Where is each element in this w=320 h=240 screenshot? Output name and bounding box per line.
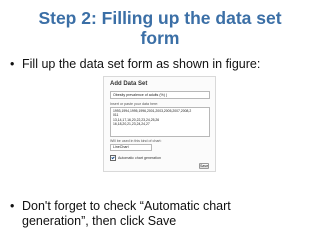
add-data-set-form-screenshot: Add Data Set Obesity prevalence of adult… xyxy=(103,76,216,172)
chart-type-input[interactable]: LineChart xyxy=(110,144,152,151)
bullet-text-2a: Don't forget to check “Automatic chart xyxy=(22,199,231,213)
bullet-icon: • xyxy=(10,199,15,213)
bullet-instruction-1: • Fill up the data set form as shown in f… xyxy=(10,57,260,72)
data-area-label: Insert or paste your data here: xyxy=(110,102,159,106)
bullet-text-2b: generation”, then click Save xyxy=(22,214,177,228)
slide-title-line-2: form xyxy=(140,28,180,48)
slide-title-line-1: Step 2: Filling up the data set xyxy=(38,8,282,28)
form-heading: Add Data Set xyxy=(110,81,148,87)
save-button[interactable]: Save xyxy=(199,163,209,169)
dataset-name-input[interactable]: Obesity prevalence of adults (%) ( xyxy=(110,91,210,99)
auto-chart-label: Automatic chart generation xyxy=(118,156,161,160)
auto-chart-row[interactable]: Automatic chart generation xyxy=(110,155,161,161)
chart-type-label: Will be used in this kind of chart: xyxy=(110,139,162,143)
data-line: 16,18,20,21,23,24,24,27 xyxy=(113,122,150,127)
bullet-icon: • xyxy=(10,57,15,71)
bullet-instruction-2: • Don't forget to check “Automatic chart … xyxy=(10,199,231,229)
slide-title: Step 2: Filling up the data set form xyxy=(0,8,320,48)
bullet-text-1: Fill up the data set form as shown in fi… xyxy=(22,57,261,71)
auto-chart-checkbox[interactable] xyxy=(110,155,116,161)
data-textarea[interactable]: 1993,1994,1995,1996,2001,2003,2005,2007,… xyxy=(110,107,210,137)
